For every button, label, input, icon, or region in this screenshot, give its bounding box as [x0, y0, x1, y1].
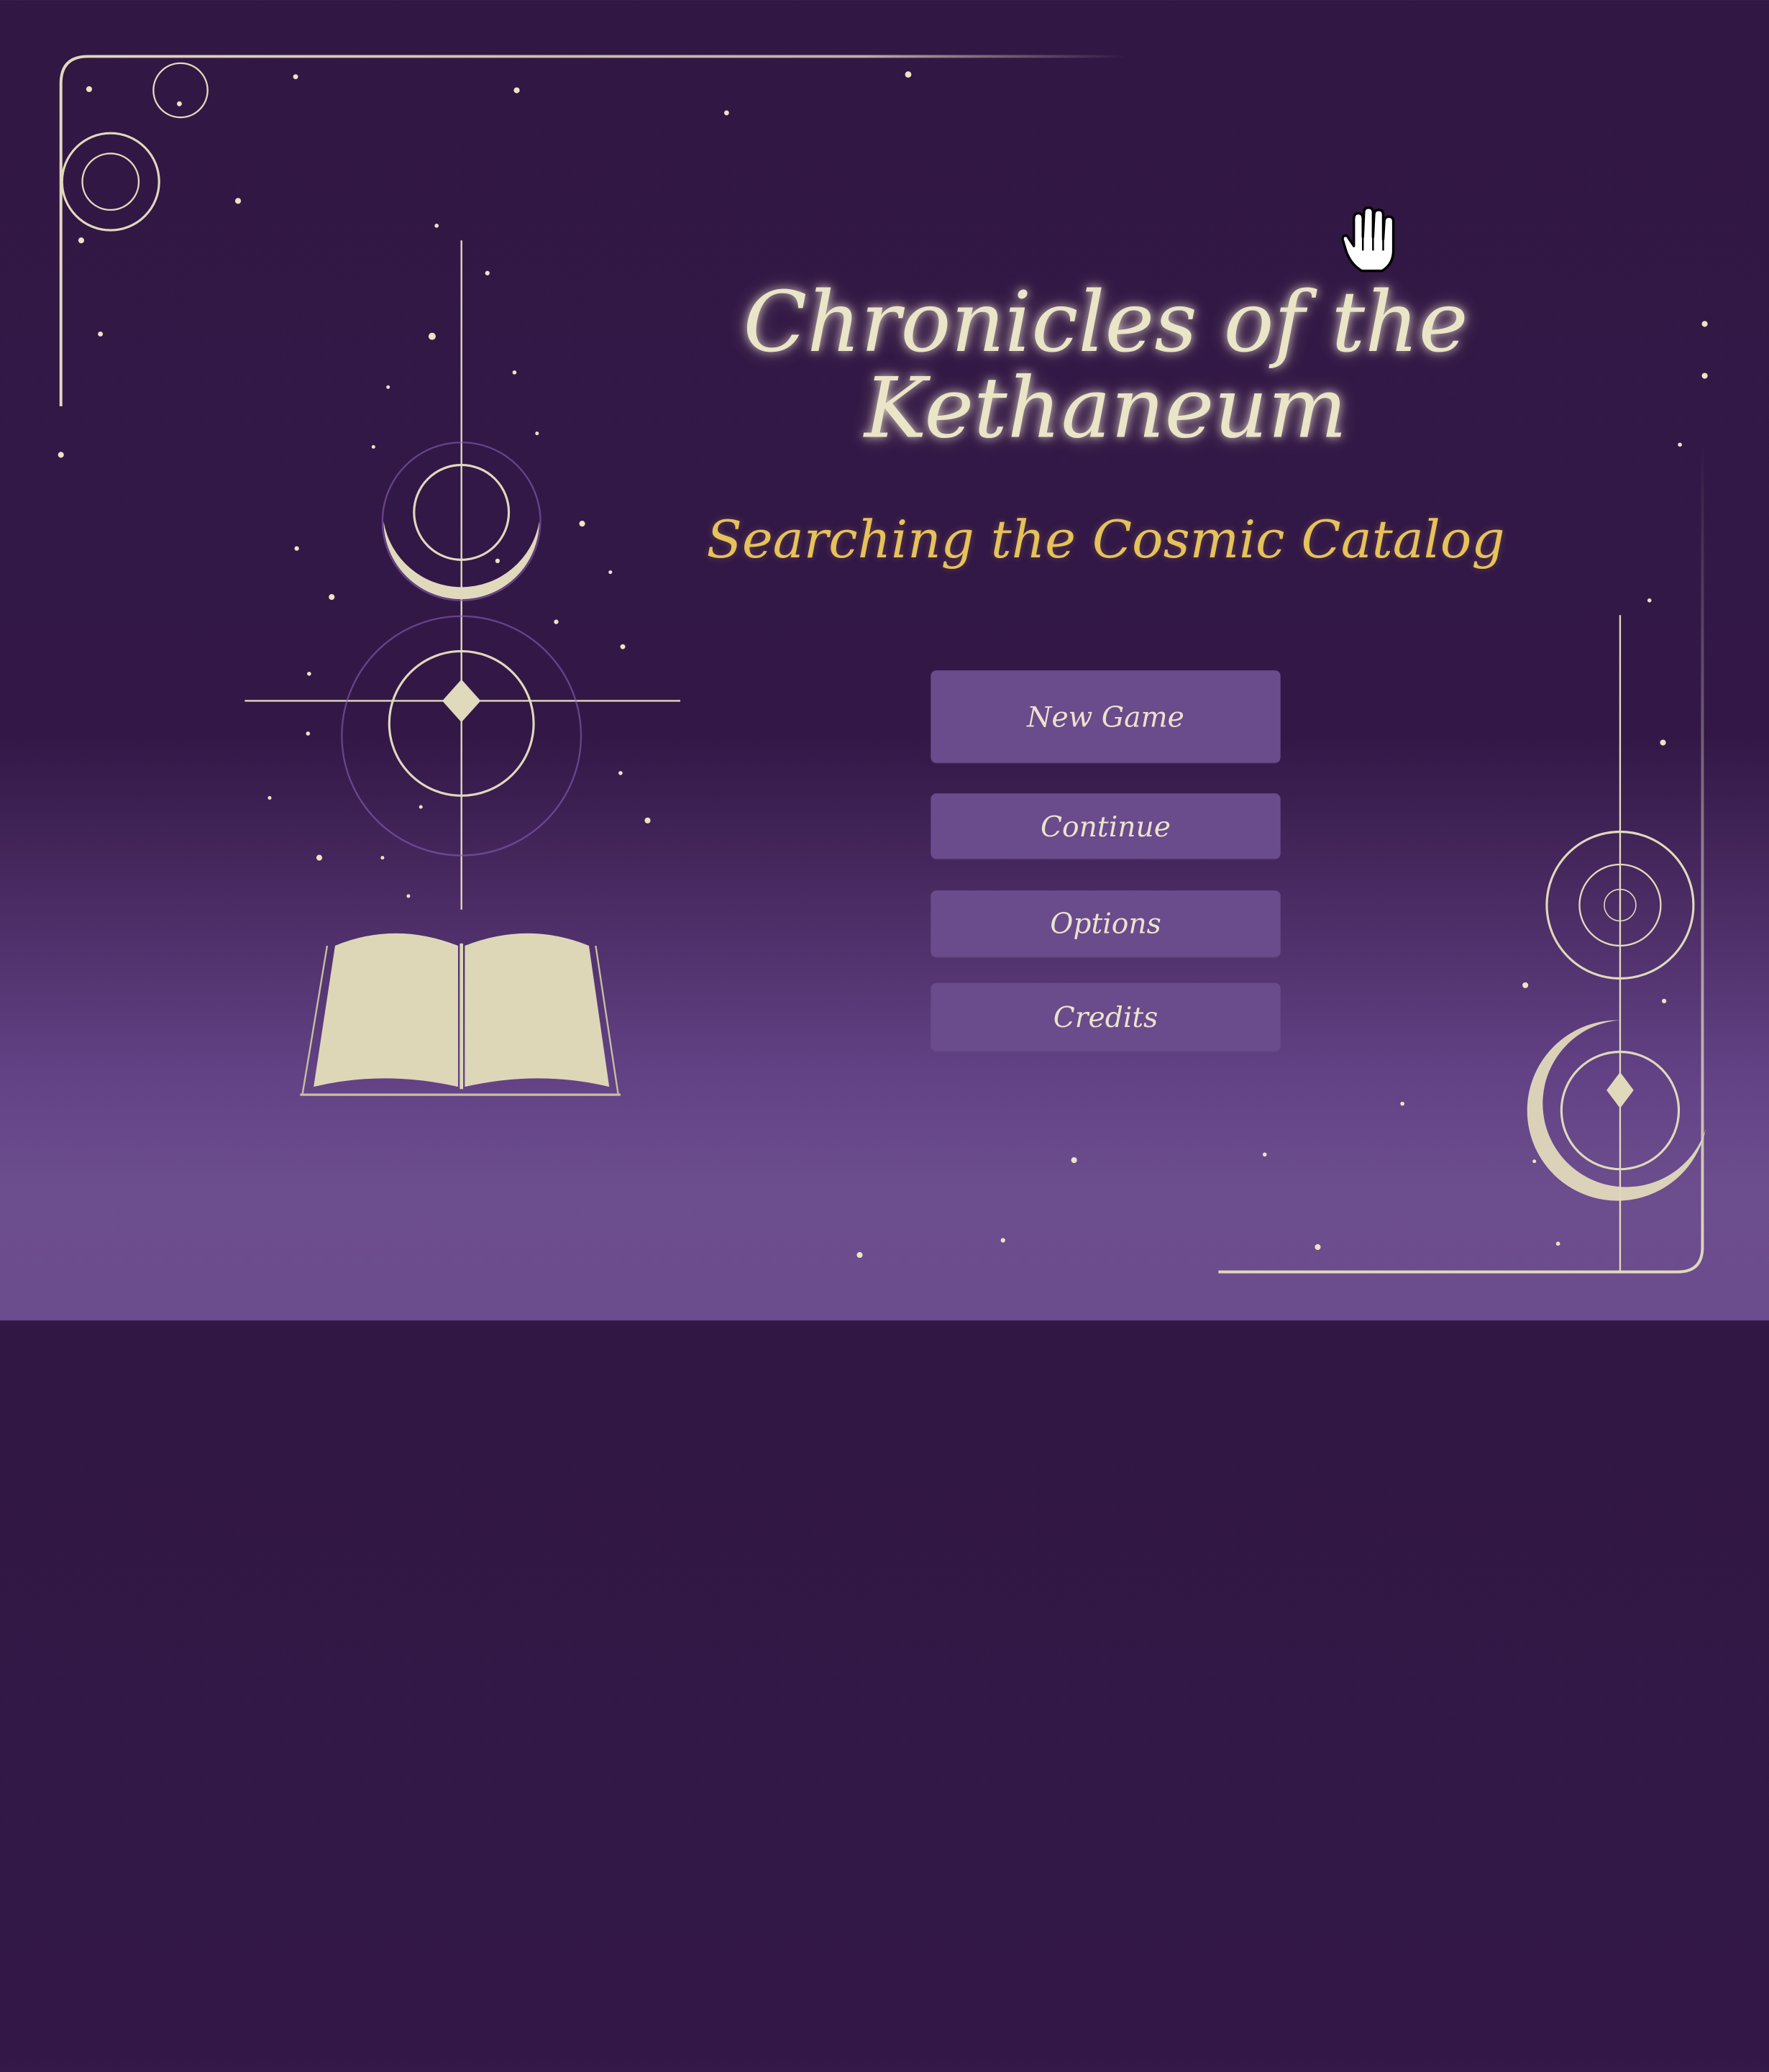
hand-cursor-icon — [1341, 206, 1395, 273]
options-button[interactable]: Options — [931, 890, 1281, 957]
game-title: Chronicles of the Kethaneum — [632, 280, 1580, 452]
new-game-button[interactable]: New Game — [931, 670, 1281, 763]
title-line-2: Kethaneum — [864, 360, 1348, 457]
book-icon — [300, 933, 621, 1096]
credits-button[interactable]: Credits — [931, 982, 1281, 1051]
astrolabe-ornament — [244, 240, 681, 910]
continue-button[interactable]: Continue — [931, 793, 1281, 859]
background-decoration — [58, 55, 1708, 1274]
title-line-1: Chronicles of the — [743, 274, 1468, 372]
game-subtitle: Searching the Cosmic Catalog — [706, 508, 1505, 570]
